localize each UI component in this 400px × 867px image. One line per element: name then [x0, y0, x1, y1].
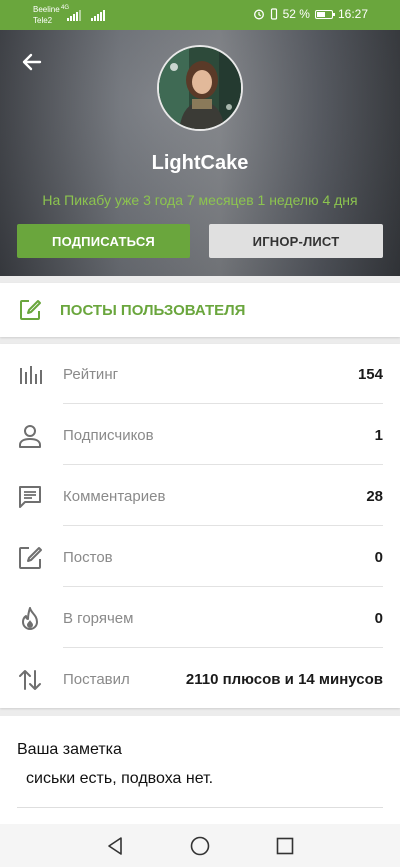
stat-label: Комментариев — [63, 488, 166, 505]
note-title: Ваша заметка — [17, 741, 122, 758]
stat-label: Постов — [63, 549, 113, 566]
divider — [63, 647, 383, 648]
stat-label: Поставил — [63, 671, 130, 688]
stat-value: 2110 плюсов и 14 минусов — [185, 671, 383, 688]
divider — [63, 525, 383, 526]
comment-icon — [19, 486, 41, 508]
stat-row-subscribers: Подписчиков 1 — [0, 405, 400, 465]
battery-percent: 52 % — [282, 7, 310, 21]
profile-header: LightCake На Пикабу уже 3 года 7 месяцев… — [0, 30, 400, 276]
user-note[interactable]: Ваша заметка сиськи есть, подвоха нет. — [0, 716, 400, 824]
battery-icon — [314, 9, 335, 19]
stat-value: 0 — [374, 549, 383, 566]
divider — [17, 807, 383, 808]
user-posts-link[interactable]: ПОСТЫ ПОЛЬЗОВАТЕЛЯ — [0, 283, 400, 337]
person-icon — [19, 425, 41, 448]
vibrate-icon — [270, 8, 277, 20]
sort-arrows-icon — [19, 670, 41, 690]
stat-row-posts: Постов 0 — [0, 527, 400, 587]
username: LightCake — [151, 152, 249, 174]
stat-value: 0 — [374, 610, 383, 627]
stat-label: В горячем — [63, 610, 134, 627]
carrier-names: Beeline Tele2 — [33, 4, 60, 26]
status-bar: Beeline Tele2 4G 52 % 16:27 — [0, 0, 400, 30]
nav-recents-icon[interactable] — [273, 834, 297, 858]
clock: 16:27 — [337, 7, 368, 21]
back-arrow-icon[interactable] — [18, 48, 46, 76]
stat-label: Рейтинг — [63, 366, 119, 383]
user-posts-label: ПОСТЫ ПОЛЬЗОВАТЕЛЯ — [60, 302, 246, 319]
carrier-2: Tele2 — [33, 16, 53, 25]
status-right: 52 % 16:27 — [253, 7, 368, 21]
stat-row-rating: Рейтинг 154 — [0, 344, 400, 404]
stat-row-comments: Комментариев 28 — [0, 466, 400, 526]
divider — [63, 464, 383, 465]
stat-value: 28 — [366, 488, 383, 505]
fire-icon — [22, 607, 38, 630]
divider — [63, 403, 383, 404]
stat-value: 1 — [374, 427, 383, 444]
note-text[interactable]: сиськи есть, подвоха нет. — [26, 770, 213, 788]
stat-value: 154 — [357, 366, 383, 383]
bar-chart-icon — [20, 366, 42, 384]
stats-list: Рейтинг 154 Подписчиков 1 Комментариев 2… — [0, 344, 400, 708]
ignore-list-button[interactable]: ИГНОР-ЛИСТ — [209, 224, 383, 258]
edit-icon — [19, 547, 42, 569]
stat-label: Подписчиков — [63, 427, 154, 444]
nav-home-icon[interactable] — [188, 834, 212, 858]
signal-icon-2 — [91, 9, 105, 21]
stat-row-hot: В горячем 0 — [0, 588, 400, 648]
stat-row-votes: Поставил 2110 плюсов и 14 минусов — [0, 649, 400, 709]
carrier-1: Beeline — [33, 5, 60, 14]
alarm-icon — [253, 9, 264, 20]
member-since: На Пикабу уже 3 года 7 месяцев 1 неделю … — [42, 192, 358, 208]
system-nav-bar — [0, 824, 400, 867]
subscribe-button[interactable]: ПОДПИСАТЬСЯ — [17, 224, 190, 258]
edit-icon — [20, 300, 41, 320]
nav-back-icon[interactable] — [103, 834, 127, 858]
avatar[interactable] — [157, 45, 243, 131]
signal-icon — [67, 9, 81, 21]
divider — [63, 586, 383, 587]
